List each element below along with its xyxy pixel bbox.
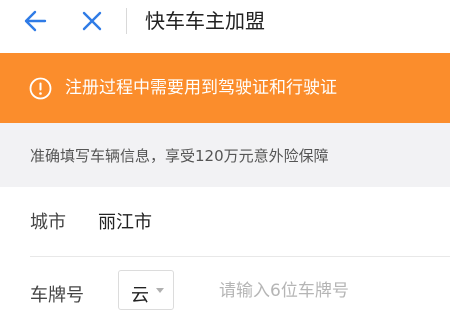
notice-banner: 注册过程中需要用到驾驶证和行驶证 xyxy=(0,53,450,123)
plate-number-input[interactable] xyxy=(205,279,449,303)
back-button[interactable] xyxy=(20,7,50,35)
plate-row: 车牌号 云 xyxy=(0,257,450,310)
close-icon xyxy=(82,11,102,31)
top-navigation-bar: 快车车主加盟 xyxy=(0,0,450,42)
city-label: 城市 xyxy=(30,212,66,233)
insurance-info-text: 准确填写车辆信息，享受120万元意外险保障 xyxy=(30,146,329,165)
header-divider xyxy=(126,8,127,34)
caret-down-icon xyxy=(156,288,164,293)
plate-label: 车牌号 xyxy=(30,285,84,306)
province-select[interactable]: 云 xyxy=(118,270,174,310)
close-button[interactable] xyxy=(77,7,107,35)
insurance-info-bar: 准确填写车辆信息，享受120万元意外险保障 xyxy=(0,123,450,187)
city-row[interactable]: 城市 丽江市 xyxy=(0,187,450,257)
city-value: 丽江市 xyxy=(98,212,152,233)
notice-text: 注册过程中需要用到驾驶证和行驶证 xyxy=(65,78,337,98)
province-value: 云 xyxy=(131,285,149,306)
arrow-left-icon xyxy=(24,10,47,32)
warning-circle-icon xyxy=(29,77,52,100)
page-title: 快车车主加盟 xyxy=(145,9,265,33)
